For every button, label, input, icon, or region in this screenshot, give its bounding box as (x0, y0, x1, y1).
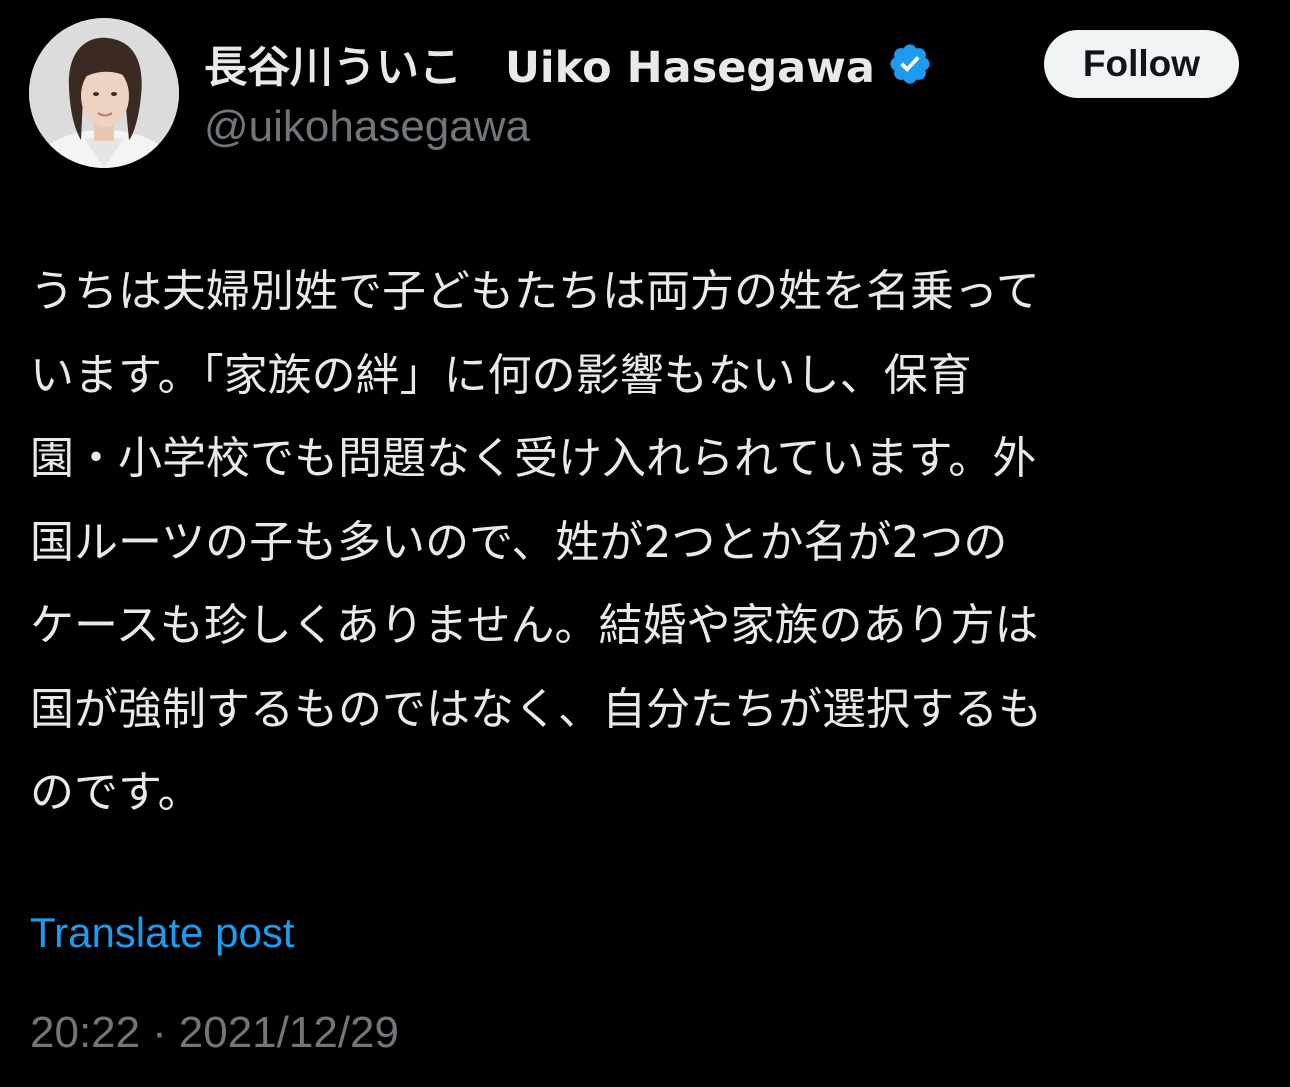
translate-post-link[interactable]: Translate post (30, 905, 295, 961)
tweet-line: うちは夫婦別姓で子どもたちは両方の姓を名乗って (30, 266, 1040, 317)
tweet-timestamp[interactable]: 20:22 · 2021/12/29 (30, 1005, 399, 1061)
tweet-line: 園・小学校でも問題なく受け入れられています。外 (30, 433, 1037, 484)
tweet-date: 2021/12/29 (178, 1008, 399, 1057)
tweet-line: 国が強制するものではなく、自分たちが選択するも (30, 683, 1042, 735)
author-name-row[interactable]: 長谷川ういこ Uiko Hasegawa (204, 33, 933, 95)
follow-button[interactable]: Follow (1044, 30, 1239, 98)
tweet-time: 20:22 (30, 1008, 141, 1057)
avatar[interactable] (29, 18, 179, 168)
tweet-line: 国ルーツの子も多いので、姓が2つとか名が2つの (30, 516, 1008, 568)
profile-photo (29, 18, 179, 168)
tweet-text: うちは夫婦別姓で子どもたちは両方の姓を名乗って います。「家族の絆」に何の影響も… (30, 250, 1270, 835)
author-display-name[interactable]: 長谷川ういこ Uiko Hasegawa (204, 33, 875, 95)
tweet-line: のです。 (30, 767, 202, 818)
tweet-line: います。「家族の絆」に何の影響もないし、保育 (30, 349, 972, 401)
verified-badge-icon[interactable] (887, 41, 933, 87)
tweet-line: ケースも珍しくありません。結婚や家族のあり方は (30, 600, 1039, 651)
author-handle[interactable]: @uikohasegawa (204, 100, 530, 154)
timestamp-separator: · (152, 1008, 167, 1057)
